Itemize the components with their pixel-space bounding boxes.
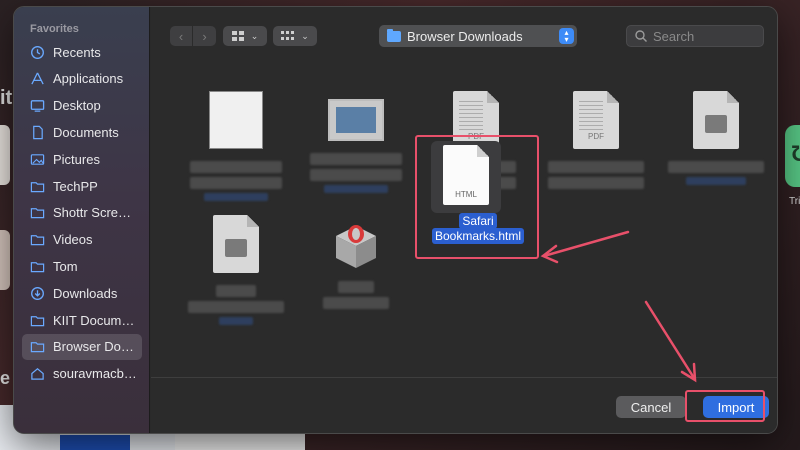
annotation-highlight-box [685,390,765,422]
file-item[interactable] [656,91,776,185]
sidebar-heading: Favorites [30,23,79,35]
background-app-icon: Ʊ [785,125,800,187]
sidebar-item[interactable]: Recents [22,39,142,65]
folder-icon [30,313,45,328]
folder-icon [30,232,45,247]
applications-icon [30,71,45,86]
file-name-redacted [310,169,402,181]
sidebar-item[interactable]: Pictures [22,146,142,172]
file-name-redacted [188,301,284,313]
pictures-icon [30,152,45,167]
sidebar-item[interactable]: TechPP [22,173,142,199]
file-info-redacted [219,317,253,325]
search-field[interactable] [626,25,764,47]
file-item[interactable]: PDF [536,91,656,189]
file-info-redacted [324,185,388,193]
background-letter: e [0,368,11,388]
sidebar-item[interactable]: Tom [22,253,142,279]
file-name-redacted [190,161,282,173]
file-item[interactable] [176,215,296,325]
sidebar-item[interactable]: Documents [22,119,142,145]
sidebar-item-label: Shottr Scre… [53,205,132,221]
file-browser: ‹ › ⌄ ⌄ Browser Downloads ▴ ▾ Search PDF… [151,7,777,433]
cancel-button[interactable]: Cancel [616,396,686,418]
sidebar-item-label: Tom [53,258,78,274]
disk-image-icon [213,215,259,273]
dialog-footer: Cancel Import [151,377,777,433]
background-app-label: Tri [789,196,800,207]
sidebar-item-label: KIIT Docum… [53,312,135,328]
location-popup[interactable]: Browser Downloads ▴ ▾ [379,25,577,47]
folder-icon [30,205,45,220]
view-mode-button[interactable]: ⌄ [223,26,267,46]
background-letter: it [0,87,13,109]
search-input[interactable] [653,28,753,44]
package-icon [327,215,385,273]
pdf-file-icon: PDF [573,91,619,149]
folder-icon [30,339,45,354]
sidebar-item-label: Desktop [53,98,101,114]
download-icon [30,286,45,301]
sidebar-item[interactable]: souravmacb… [22,361,142,387]
background-tile [0,230,10,290]
sidebar-item[interactable]: Shottr Scre… [22,200,142,226]
clock-icon [30,45,45,60]
sidebar-item-label: Browser Do… [53,339,134,355]
home-icon [30,366,45,381]
nav-buttons: ‹ › [170,26,216,46]
sidebar-item[interactable]: Downloads [22,280,142,306]
sidebar-item-label: Applications [53,71,124,87]
search-icon [635,30,647,42]
sidebar-item-label: TechPP [53,178,98,194]
file-item[interactable] [296,91,416,193]
sidebar-item[interactable]: KIIT Docum… [22,307,142,333]
chevron-down-icon: ⌄ [250,30,259,41]
file-name-redacted [216,285,256,297]
sidebar-item-label: Documents [53,124,119,140]
file-thumbnail [328,99,384,141]
back-button[interactable]: ‹ [170,26,193,46]
group-by-button[interactable]: ⌄ [273,26,317,46]
disk-image-icon [693,91,739,149]
forward-button[interactable]: › [193,26,216,46]
file-item[interactable] [176,91,296,201]
sidebar-item-label: Pictures [53,151,100,167]
file-name-redacted [310,153,402,165]
background-tile [0,125,10,185]
file-name-redacted [668,161,764,173]
sidebar: Favorites Recents Applications Desktop Docu… [14,7,150,433]
sidebar-item[interactable]: Applications [22,66,142,92]
file-info-redacted [686,177,746,185]
sidebar-item[interactable]: Desktop [22,93,142,119]
file-name-redacted [323,297,389,309]
file-name-redacted [338,281,374,293]
location-label: Browser Downloads [407,28,523,44]
document-icon [30,125,45,140]
sidebar-item-label: Videos [53,232,93,248]
open-file-dialog: Favorites Recents Applications Desktop Docu… [13,6,778,434]
icon-view-icon [231,30,244,41]
file-name-redacted [548,161,644,173]
chevron-down-icon: ⌄ [301,30,309,41]
file-item[interactable] [296,215,416,309]
file-info-redacted [204,193,268,201]
group-icon [281,30,295,40]
folder-icon [387,28,401,42]
sidebar-item-label: Recents [53,44,101,60]
sidebar-item[interactable]: Videos [22,227,142,253]
desktop-icon [30,98,45,113]
updown-chevron-icon: ▴ ▾ [559,28,574,44]
file-name-redacted [548,177,644,189]
toolbar: ‹ › ⌄ ⌄ Browser Downloads ▴ ▾ [151,7,777,65]
folder-icon [30,179,45,194]
file-thumbnail [209,91,263,149]
folder-icon [30,259,45,274]
sidebar-item[interactable]: Browser Do… [22,333,142,360]
annotation-highlight-box [415,135,539,259]
sidebar-item-label: souravmacb… [53,366,137,382]
sidebar-item-label: Downloads [53,285,118,301]
file-name-redacted [190,177,282,189]
